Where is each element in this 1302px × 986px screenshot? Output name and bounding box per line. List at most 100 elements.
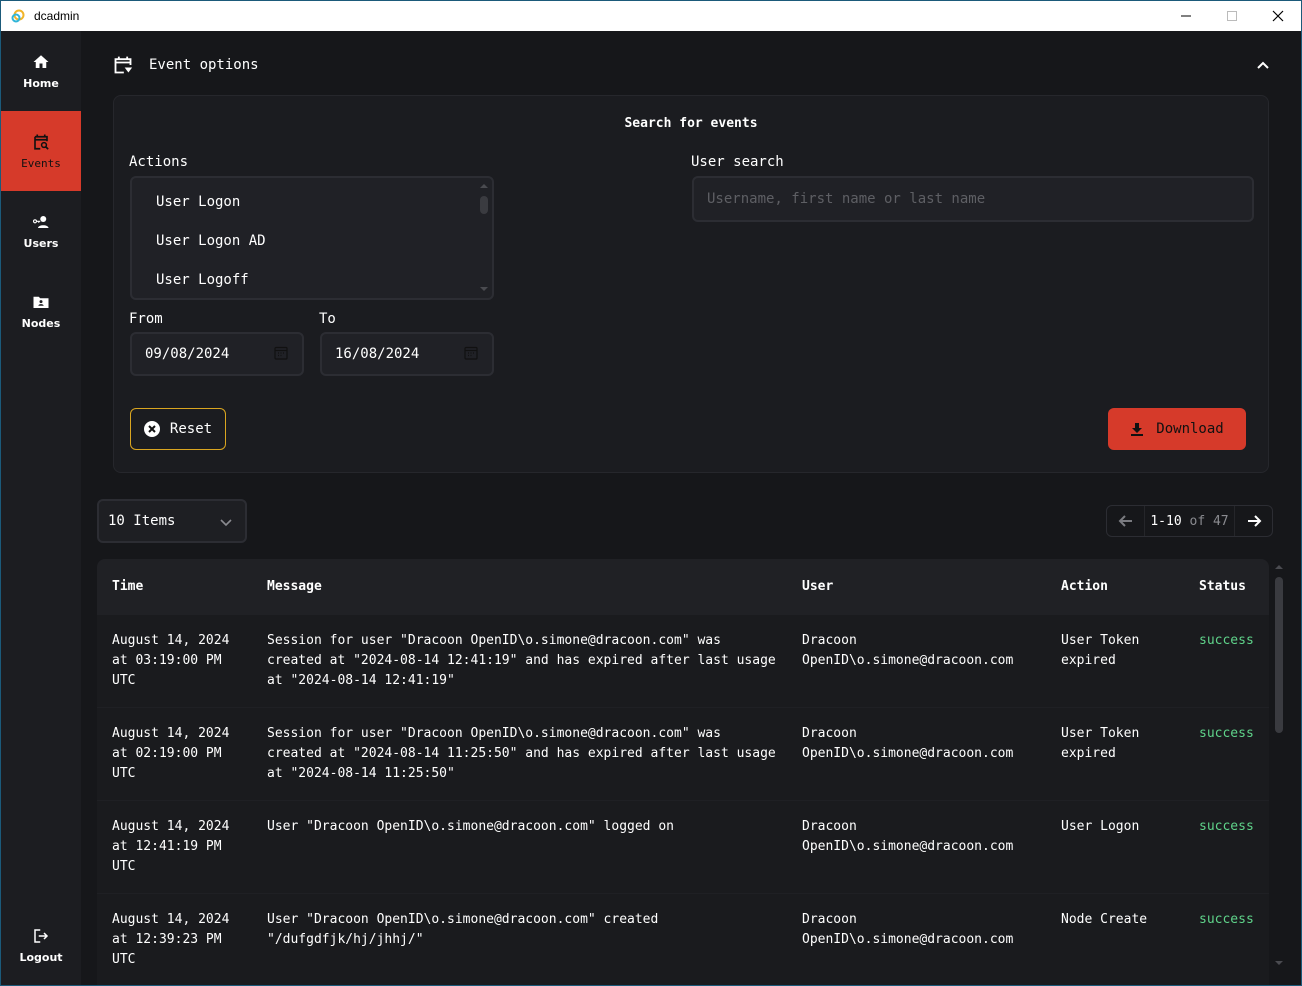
- actions-listbox[interactable]: User Logon User Logon AD User Logoff: [130, 176, 494, 300]
- next-page-button[interactable]: [1234, 506, 1272, 536]
- reset-button[interactable]: Reset: [130, 408, 226, 450]
- close-icon: [1272, 10, 1284, 22]
- calendar-search-icon: [34, 134, 49, 150]
- list-scroll-down-arrow[interactable]: [480, 287, 488, 291]
- page-total: 47: [1212, 513, 1229, 529]
- minimize-icon: [1181, 15, 1191, 17]
- column-header-user[interactable]: User: [802, 579, 1052, 594]
- sidebar-item-users[interactable]: Users: [1, 191, 81, 271]
- from-label: From: [129, 311, 163, 327]
- items-per-page-value: 10 Items: [108, 513, 176, 529]
- cell-user: Dracoon OpenID\o.simone@dracoon.com: [802, 912, 1014, 947]
- download-icon: [1131, 423, 1144, 436]
- arrow-left-icon: [1118, 515, 1132, 527]
- scrollbar-thumb[interactable]: [1275, 577, 1283, 733]
- sidebar-item-label: Home: [23, 76, 59, 90]
- event-options-header[interactable]: Event options: [113, 55, 259, 75]
- cell-message: User "Dracoon OpenID\o.simone@dracoon.co…: [267, 819, 674, 834]
- cell-user: Dracoon OpenID\o.simone@dracoon.com: [802, 726, 1014, 761]
- chevron-up-icon: [1257, 61, 1269, 69]
- cell-message: Session for user "Dracoon OpenID\o.simon…: [267, 633, 776, 688]
- calendar-filter-icon: [114, 56, 133, 74]
- folder-user-icon: [33, 296, 49, 308]
- search-panel: Search for events Actions User Logon Use…: [113, 95, 1269, 473]
- items-per-page-select[interactable]: 10 Items: [97, 499, 247, 543]
- table-row[interactable]: August 14, 2024 at 12:39:23 PM UTC User …: [97, 894, 1269, 985]
- action-option[interactable]: User Logon: [156, 194, 240, 210]
- app-window: dcadmin Home Events Users Nodes Logout E…: [1, 1, 1301, 985]
- cell-action: User Logon: [1061, 819, 1140, 834]
- title-bar: dcadmin: [1, 1, 1301, 31]
- cell-status: success: [1199, 819, 1254, 834]
- chevron-down-icon: [220, 519, 232, 527]
- column-header-action[interactable]: Action: [1061, 579, 1191, 594]
- page-range: 1-10 of 47: [1145, 514, 1234, 529]
- column-header-time[interactable]: Time: [112, 579, 262, 594]
- close-button[interactable]: [1255, 1, 1301, 31]
- actions-label: Actions: [129, 154, 189, 170]
- maximize-button[interactable]: [1209, 1, 1255, 31]
- cell-message: Session for user "Dracoon OpenID\o.simon…: [267, 726, 776, 781]
- user-search-label: User search: [691, 154, 784, 170]
- app-logo-icon: [11, 9, 25, 23]
- cell-status: success: [1199, 726, 1254, 741]
- table-header: Time Message User Action Status: [97, 559, 1269, 615]
- page-of-label: of: [1189, 513, 1206, 529]
- table-scrollbar[interactable]: [1273, 559, 1285, 985]
- previous-page-button[interactable]: [1107, 506, 1145, 536]
- table-row[interactable]: August 14, 2024 at 12:41:19 PM UTC User …: [97, 801, 1269, 894]
- sidebar-item-nodes[interactable]: Nodes: [1, 271, 81, 351]
- cell-action: Node Create: [1061, 912, 1148, 927]
- from-date-value: 09/08/2024: [145, 346, 230, 362]
- calendar-icon[interactable]: [274, 346, 288, 360]
- panel-title: Search for events: [624, 116, 758, 131]
- download-label: Download: [1156, 421, 1224, 437]
- arrow-right-icon: [1247, 515, 1261, 527]
- column-header-message[interactable]: Message: [267, 579, 787, 594]
- download-button[interactable]: Download: [1108, 408, 1246, 450]
- cell-status: success: [1199, 912, 1254, 927]
- sidebar-item-label: Events: [21, 156, 61, 170]
- sidebar-item-label: Nodes: [21, 316, 61, 330]
- list-scrollbar-thumb[interactable]: [480, 196, 488, 214]
- to-date-value: 16/08/2024: [335, 346, 420, 362]
- scroll-down-arrow[interactable]: [1275, 961, 1283, 965]
- from-date-field[interactable]: 09/08/2024: [130, 332, 304, 376]
- action-option[interactable]: User Logon AD: [156, 233, 266, 249]
- user-search-input[interactable]: [692, 176, 1254, 222]
- scroll-up-arrow[interactable]: [1275, 565, 1283, 569]
- logout-label: Logout: [19, 950, 63, 964]
- cell-action: User Token expired: [1061, 726, 1140, 761]
- logout-icon: [34, 928, 49, 943]
- column-header-status[interactable]: Status: [1199, 579, 1269, 594]
- list-scroll-up-arrow[interactable]: [480, 184, 488, 188]
- to-label: To: [319, 311, 336, 327]
- home-icon: [33, 54, 49, 68]
- cell-user: Dracoon OpenID\o.simone@dracoon.com: [802, 819, 1014, 854]
- user-key-icon: [32, 215, 49, 228]
- reset-label: Reset: [169, 421, 213, 437]
- sidebar-item-label: Users: [23, 236, 59, 250]
- cell-time: August 14, 2024 at 12:39:23 PM UTC: [112, 912, 230, 967]
- sidebar-item-events[interactable]: Events: [1, 111, 81, 191]
- main-content: Event options Search for events Actions …: [81, 31, 1301, 985]
- cell-time: August 14, 2024 at 12:41:19 PM UTC: [112, 819, 230, 874]
- cell-action: User Token expired: [1061, 633, 1140, 668]
- cell-message: User "Dracoon OpenID\o.simone@dracoon.co…: [267, 912, 659, 947]
- collapse-button[interactable]: [1253, 55, 1273, 75]
- table-row[interactable]: August 14, 2024 at 03:19:00 PM UTC Sessi…: [97, 615, 1269, 708]
- sidebar-item-home[interactable]: Home: [1, 31, 81, 111]
- maximize-icon: [1227, 11, 1237, 21]
- event-options-title: Event options: [149, 57, 259, 73]
- minimize-button[interactable]: [1163, 1, 1209, 31]
- cell-time: August 14, 2024 at 03:19:00 PM UTC: [112, 633, 230, 688]
- logout-button[interactable]: Logout: [1, 905, 81, 985]
- sidebar: Home Events Users Nodes Logout: [1, 31, 81, 985]
- action-option[interactable]: User Logoff: [156, 272, 249, 288]
- close-circle-icon: [143, 421, 160, 437]
- cell-status: success: [1199, 633, 1254, 648]
- calendar-icon[interactable]: [464, 346, 478, 360]
- table-row[interactable]: August 14, 2024 at 02:19:00 PM UTC Sessi…: [97, 708, 1269, 801]
- window-controls: [1163, 1, 1301, 31]
- to-date-field[interactable]: 16/08/2024: [320, 332, 494, 376]
